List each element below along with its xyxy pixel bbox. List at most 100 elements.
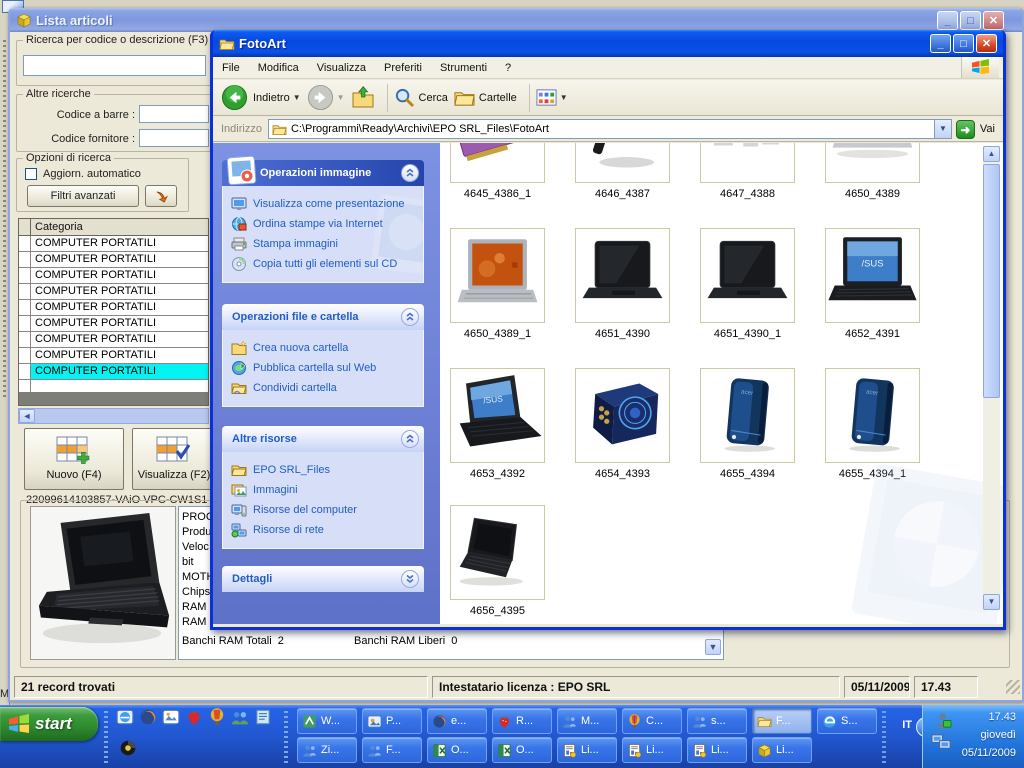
taskbar-button-O[interactable]: O...: [427, 737, 487, 763]
thumbnail-4653_4392[interactable]: /SUS: [450, 368, 545, 463]
category-cell[interactable]: COMPUTER PORTATILI: [31, 284, 208, 299]
taskbar-button-F[interactable]: F...: [362, 737, 422, 763]
thumbnail-label[interactable]: 4656_4395: [440, 605, 555, 617]
back-dropdown-icon[interactable]: ▼: [293, 93, 301, 102]
lista-titlebar[interactable]: Lista articoli _ □ ✕: [10, 8, 1022, 32]
taskbar-button-S[interactable]: S...: [817, 708, 877, 734]
panel-header[interactable]: Operazioni file e cartella: [222, 304, 424, 330]
thumbnail-label[interactable]: 4647_4388: [690, 188, 805, 200]
taskbar-button-F[interactable]: F...: [752, 708, 812, 734]
thumbnail-4647_4388[interactable]: [700, 143, 795, 183]
thumbnail-label[interactable]: 4654_4393: [565, 468, 680, 480]
chevron-up-icon[interactable]: [401, 430, 419, 448]
row-selector[interactable]: [19, 284, 31, 299]
taskbar-button-Li[interactable]: Li...: [752, 737, 812, 763]
barcode-input[interactable]: [139, 105, 209, 123]
search-input[interactable]: [23, 55, 206, 76]
category-hscrollbar[interactable]: ◄: [18, 408, 209, 424]
table-row[interactable]: COMPUTER PORTATILI: [19, 236, 208, 252]
row-selector[interactable]: [19, 348, 31, 363]
task-link[interactable]: Stampa immagini: [231, 234, 417, 254]
chevron-up-icon[interactable]: [401, 308, 419, 326]
task-link[interactable]: Pubblica cartella sul Web: [231, 358, 417, 378]
task-link[interactable]: Crea nuova cartella: [231, 338, 417, 358]
thumbnail-4645_4386_1[interactable]: [450, 143, 545, 183]
address-path[interactable]: C:\Programmi\Ready\Archivi\EPO SRL_Files…: [291, 123, 934, 135]
fotoart-maximize-button[interactable]: □: [953, 34, 974, 53]
thumbnail-4650_4389_1[interactable]: [450, 228, 545, 323]
table-row[interactable]: COMPUTER PORTATILI: [19, 268, 208, 284]
taskbar-button-Li[interactable]: Li...: [687, 737, 747, 763]
tray-user-icon[interactable]: [935, 712, 952, 729]
launcher-media-icon[interactable]: [119, 739, 137, 757]
thumbnail-label[interactable]: 4650_4389_1: [440, 328, 555, 340]
thumbnail-label[interactable]: 4646_4387: [565, 188, 680, 200]
thumbnail-4646_4387[interactable]: [575, 143, 670, 183]
thumbnail-label[interactable]: 4651_4390: [565, 328, 680, 340]
panel-header[interactable]: Operazioni immagine: [222, 155, 424, 186]
scroll-up-arrow-icon[interactable]: ▲: [983, 146, 1000, 162]
thumbnail-4656_4395[interactable]: [450, 505, 545, 600]
menu-item-file[interactable]: File: [213, 59, 249, 77]
launcher-firefox-icon[interactable]: [139, 708, 157, 726]
thumbnail-label[interactable]: 4655_4394: [690, 468, 805, 480]
details-scroll-down-icon[interactable]: ▼: [705, 639, 721, 655]
table-row[interactable]: COMPUTER PORTATILI: [19, 364, 208, 380]
taskbar-button-O[interactable]: O...: [492, 737, 552, 763]
table-row[interactable]: COMPUTER PORTATILI: [19, 300, 208, 316]
table-row[interactable]: COMPUTER PORTATILI: [19, 252, 208, 268]
task-link[interactable]: Risorse del computer: [231, 500, 417, 520]
up-button[interactable]: [351, 85, 375, 110]
scroll-left-arrow-icon[interactable]: ◄: [19, 409, 35, 423]
thumbnail-4651_4390[interactable]: [575, 228, 670, 323]
folders-button[interactable]: Cartelle: [454, 87, 517, 108]
panel-header[interactable]: Dettagli: [222, 566, 424, 592]
taskbar-button-M[interactable]: M...: [557, 708, 617, 734]
thumbnail-label[interactable]: 4652_4391: [815, 328, 930, 340]
tray-time[interactable]: 17.43: [988, 711, 1016, 723]
launcher-notes-icon[interactable]: [254, 708, 272, 726]
lista-maximize-button[interactable]: □: [960, 11, 981, 30]
views-dropdown-icon[interactable]: ▼: [560, 93, 568, 102]
task-link[interactable]: Immagini: [231, 480, 417, 500]
launcher-ie-icon[interactable]: [116, 708, 134, 726]
launcher-remote-icon[interactable]: [231, 708, 249, 726]
category-cell[interactable]: COMPUTER PORTATILI: [31, 300, 208, 315]
fotoart-close-button[interactable]: ✕: [976, 34, 997, 53]
category-cell[interactable]: COMPUTER PORTATILI: [31, 236, 208, 251]
taskbar-button-e[interactable]: e...: [427, 708, 487, 734]
thumbnail-label[interactable]: 4650_4389: [815, 188, 930, 200]
thumbnail-4655_4394[interactable]: acer: [700, 368, 795, 463]
thumbnail-label[interactable]: 4645_4386_1: [440, 188, 555, 200]
chevron-down-icon[interactable]: [401, 570, 419, 588]
taskband-separator[interactable]: [284, 711, 288, 763]
launcher-photo-icon[interactable]: [162, 708, 180, 726]
forward-button[interactable]: ▼: [307, 84, 345, 111]
go-button[interactable]: ➜ Vai: [955, 119, 995, 139]
address-field[interactable]: C:\Programmi\Ready\Archivi\EPO SRL_Files…: [267, 119, 952, 139]
thumbnail-label[interactable]: 4651_4390_1: [690, 328, 805, 340]
taskbar-button-R[interactable]: R...: [492, 708, 552, 734]
resize-grip[interactable]: [1006, 680, 1020, 694]
launcher-strawberry-icon[interactable]: [185, 708, 203, 726]
row-selector[interactable]: [19, 332, 31, 347]
taskbar-button-s[interactable]: s...: [687, 708, 747, 734]
table-row[interactable]: COMPUTER PORTATILI: [19, 284, 208, 300]
category-cell[interactable]: COMPUTER PORTATILI: [31, 364, 208, 379]
menu-item-modifica[interactable]: Modifica: [249, 59, 308, 77]
row-selector[interactable]: [19, 364, 31, 379]
task-link[interactable]: Visualizza come presentazione: [231, 194, 417, 214]
thumbnail-4651_4390_1[interactable]: [700, 228, 795, 323]
address-dropdown-icon[interactable]: ▼: [933, 120, 951, 138]
advanced-filters-button[interactable]: Filtri avanzati: [27, 185, 139, 207]
fotoart-titlebar[interactable]: FotoArt _ □ ✕: [213, 30, 1003, 57]
category-cell[interactable]: COMPUTER PORTATILI: [31, 348, 208, 363]
row-selector[interactable]: [19, 252, 31, 267]
category-cell[interactable]: COMPUTER PORTATILI: [31, 252, 208, 267]
category-cell[interactable]: COMPUTER PORTATILI: [31, 316, 208, 331]
row-selector[interactable]: [19, 300, 31, 315]
thumbnail-4652_4391[interactable]: /SUS: [825, 228, 920, 323]
tray-language-badge[interactable]: IT: [902, 719, 912, 731]
filters-arrow-button[interactable]: [145, 185, 177, 207]
panel-header[interactable]: Altre risorse: [222, 426, 424, 452]
